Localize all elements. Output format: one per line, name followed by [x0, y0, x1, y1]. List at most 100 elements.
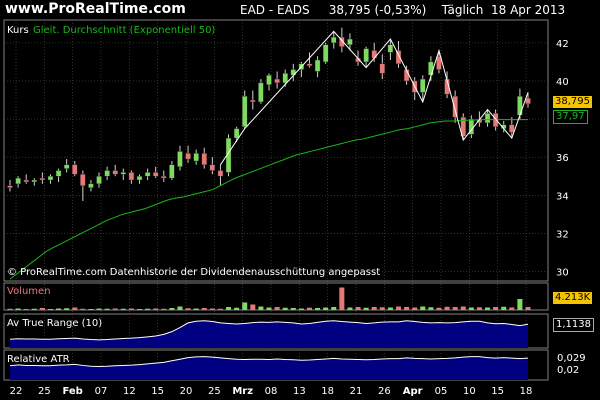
volume-bar [23, 309, 29, 310]
ratr-label: Relative ATR [7, 354, 70, 365]
x-tick-label: Apr [403, 386, 423, 397]
x-tick-label: 25 [208, 386, 221, 397]
volume-bar [209, 308, 215, 310]
volume-bar [452, 307, 458, 310]
volume-bar [104, 308, 110, 310]
ma-price-label: 37,97 [553, 110, 588, 124]
volume-bar [355, 307, 361, 310]
volume-bar [39, 308, 45, 310]
volume-value-label: 4.213K [553, 292, 593, 304]
x-tick-label: 10 [463, 386, 476, 397]
volume-bar [226, 307, 232, 310]
x-tick-label: 12 [123, 386, 136, 397]
candle-body [387, 44, 394, 53]
y-tick-label: 36 [556, 153, 569, 164]
volume-bar [47, 309, 53, 310]
volume-bar [485, 307, 491, 310]
volume-bar [379, 307, 385, 310]
volume-bar [128, 308, 134, 310]
candle-body [144, 172, 151, 177]
x-tick-label: Mrz [232, 386, 253, 397]
volume-bar [323, 307, 329, 310]
candle-body [428, 61, 434, 76]
candle-body [282, 73, 288, 84]
volume-bar [428, 307, 434, 310]
candle-body [15, 177, 21, 185]
volume-bar [282, 307, 288, 310]
candle-body [233, 128, 240, 139]
stock-chart[interactable]: 22 25 Feb 07 12 15 20 25 Mrz 08 13 18 21 26 Apr 05 10 15 1… [0, 0, 600, 400]
x-tick-label: 26 [378, 386, 391, 397]
volume-bar [201, 308, 207, 310]
volume-bar [509, 307, 515, 310]
last-price-label: 38,795 [553, 96, 592, 108]
volume-bar [444, 306, 450, 310]
volume-bar [266, 307, 272, 310]
y-tick-label: 34 [556, 191, 569, 202]
volume-bar [217, 308, 223, 310]
candle-body [217, 170, 224, 177]
y-tick-label: 40 [556, 77, 569, 88]
volume-bar [339, 287, 345, 310]
candle-body [525, 97, 531, 105]
candle-body [96, 176, 102, 185]
x-tick-label: Feb [62, 386, 82, 397]
volume-bar [72, 307, 78, 310]
candle-body [80, 174, 86, 186]
candle-body [193, 153, 199, 162]
candle-body [209, 164, 216, 171]
atr-label: Av True Range (10) [7, 318, 102, 329]
volume-bar [153, 308, 159, 310]
volume-bar [185, 308, 191, 310]
volume-bar [15, 308, 21, 310]
panel-frame-main [3, 19, 549, 282]
volume-bar [404, 307, 410, 310]
x-tick-label: 20 [180, 386, 193, 397]
x-tick-label: 15 [151, 386, 164, 397]
candle-body [509, 124, 515, 133]
volume-bar [371, 307, 377, 310]
ratr-area [10, 356, 528, 380]
volume-bar [169, 308, 175, 310]
volume-bar [80, 308, 86, 310]
volume-bar [161, 308, 167, 310]
x-tick-label: 07 [95, 386, 108, 397]
candle-body [128, 172, 135, 181]
candle-body [47, 176, 54, 181]
copyright-footer: © ProRealTime.com Datenhistorie der Divi… [7, 267, 380, 278]
candle-body [347, 38, 353, 45]
volume-bar [387, 307, 393, 310]
candle-body [55, 170, 62, 177]
candle-body [7, 185, 13, 188]
y-tick-label: 30 [556, 267, 569, 278]
volume-bar [145, 308, 151, 310]
candle-body [136, 176, 143, 181]
volume-bar [436, 307, 442, 310]
volume-bar [120, 308, 126, 310]
legend-ma: Gleit. Durchschnitt (Exponentiell 50) [33, 25, 215, 36]
volume-bar [88, 309, 94, 310]
x-tick-label: 21 [350, 386, 363, 397]
volume-bar [242, 302, 248, 310]
candle-body [88, 183, 94, 188]
volume-bar [315, 308, 321, 310]
candle-body [185, 153, 191, 160]
volume-bar [193, 308, 199, 310]
candle-body [331, 36, 337, 44]
candle-body [104, 170, 110, 177]
candle-body [201, 153, 207, 165]
panel-frame-vol [3, 282, 549, 311]
volume-bar [177, 306, 183, 310]
candle-body [484, 113, 491, 124]
volume-bar [258, 306, 264, 310]
volume-bar [395, 306, 402, 310]
volume-bar [412, 307, 418, 310]
volume-bar [274, 307, 280, 310]
volume-bar [56, 308, 62, 310]
volume-bar [112, 308, 118, 310]
candle-body [72, 164, 78, 175]
candle-body [371, 50, 377, 59]
candle-body [177, 151, 183, 167]
volume-label: Volumen [7, 286, 51, 297]
ratr-value-label: 0,029 [557, 353, 586, 364]
